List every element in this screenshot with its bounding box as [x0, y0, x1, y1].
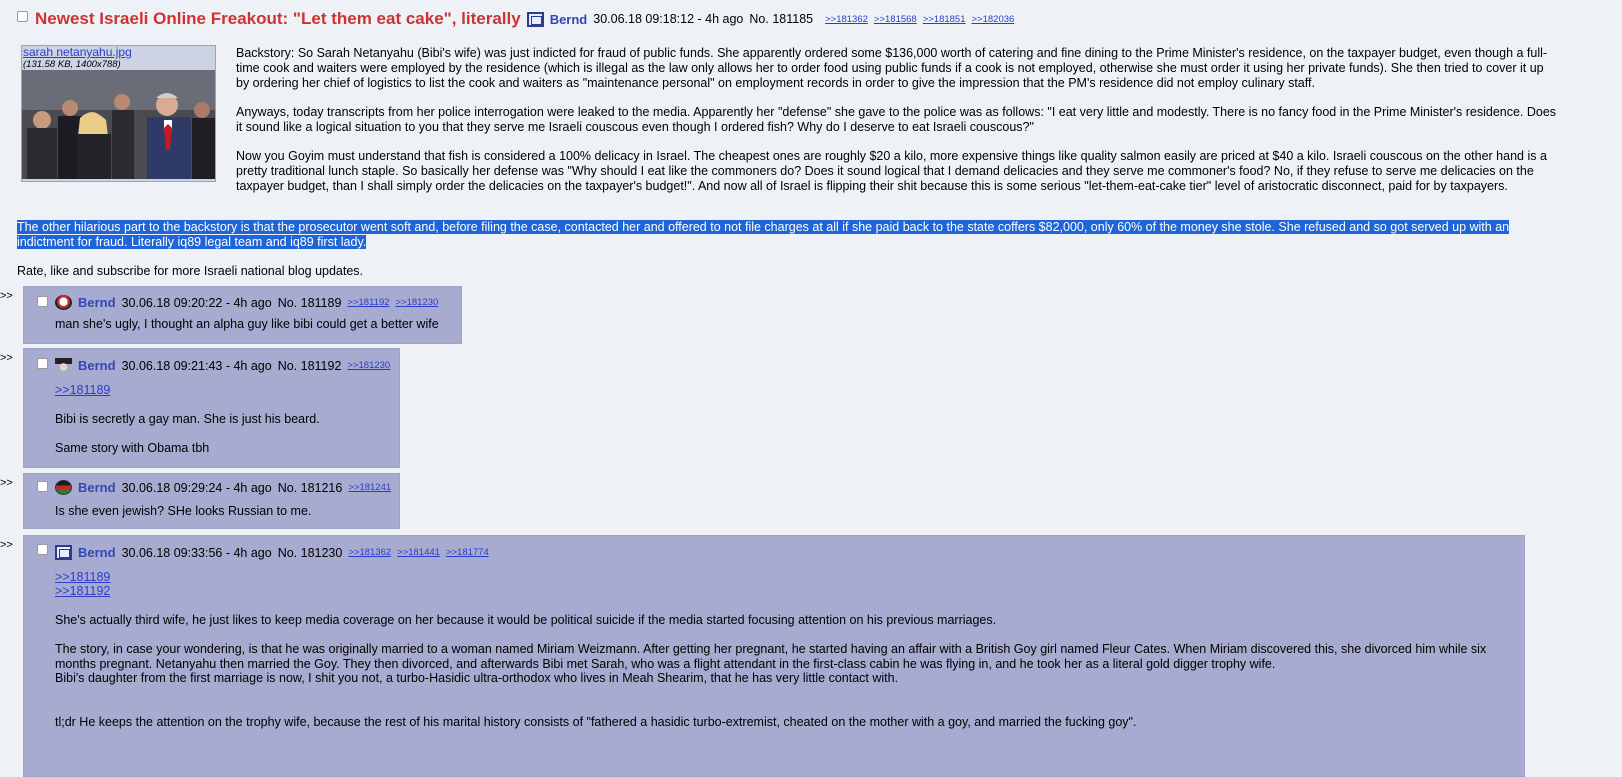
- post-datetime: 30.06.18 09:21:43 - 4h ago: [121, 358, 272, 373]
- post-text: Bibi's daughter from the first marriage …: [55, 671, 899, 685]
- op-highlighted-paragraph: The other hilarious part to the backstor…: [17, 220, 1562, 250]
- post-checkbox[interactable]: [37, 544, 48, 555]
- post-datetime: 30.06.18 09:20:22 - 4h ago: [121, 295, 272, 310]
- poster-name: Bernd: [78, 480, 116, 495]
- backlink[interactable]: >>181441: [397, 547, 440, 558]
- op-paragraph: Now you Goyim must understand that fish …: [236, 149, 1547, 193]
- thumbnail-image[interactable]: [22, 70, 215, 179]
- post-text: tl;dr He keeps the attention on the trop…: [55, 715, 1137, 729]
- backlink[interactable]: >>181568: [874, 14, 917, 25]
- post-header: Bernd 30.06.18 09:20:22 - 4h ago No. 181…: [55, 295, 438, 310]
- post-text: The story, in case your wondering, is th…: [55, 642, 1487, 671]
- backlink[interactable]: >>181774: [446, 547, 489, 558]
- reply-post: Bernd 30.06.18 09:20:22 - 4h ago No. 181…: [23, 286, 462, 344]
- country-flag-icon: [55, 295, 72, 310]
- post-datetime: 30.06.18 09:29:24 - 4h ago: [121, 480, 272, 495]
- reply-post: Bernd 30.06.18 09:33:56 - 4h ago No. 181…: [23, 535, 1525, 777]
- backlink[interactable]: >>181192: [347, 297, 389, 308]
- file-info: (131.58 KB, 1400x788): [23, 59, 121, 70]
- thread-subject: Newest Israeli Online Freakout: "Let the…: [35, 9, 521, 28]
- op-header: Newest Israeli Online Freakout: "Let the…: [35, 9, 1014, 29]
- quote-link[interactable]: >>181189: [55, 570, 110, 585]
- op-body: Backstory: So Sarah Netanyahu (Bibi's wi…: [236, 46, 1558, 194]
- reply-post: Bernd 30.06.18 09:29:24 - 4h ago No. 181…: [23, 473, 400, 529]
- reply-arrow: >>: [0, 477, 13, 489]
- backlink[interactable]: >>182036: [972, 14, 1015, 25]
- post-number[interactable]: No. 181192: [278, 359, 342, 373]
- post-number[interactable]: No. 181230: [278, 546, 343, 560]
- country-flag-icon: [55, 480, 72, 495]
- backlink[interactable]: >>181241: [348, 482, 391, 493]
- file-name-link[interactable]: sarah netanyahu.jpg: [22, 46, 215, 59]
- country-flag-icon: [55, 545, 72, 560]
- reply-arrow: >>: [0, 352, 13, 364]
- post-datetime: 30.06.18 09:33:56 - 4h ago: [121, 545, 272, 560]
- post-text: She's actually third wife, he just likes…: [55, 613, 997, 627]
- reply-arrow: >>: [0, 539, 13, 551]
- post-header: Bernd 30.06.18 09:29:24 - 4h ago No. 181…: [55, 480, 391, 495]
- backlink[interactable]: >>181851: [923, 14, 966, 25]
- post-header: Bernd 30.06.18 09:33:56 - 4h ago No. 181…: [55, 545, 489, 560]
- post-number[interactable]: No. 181185: [749, 12, 813, 26]
- post-checkbox[interactable]: [37, 481, 48, 492]
- poster-name: Bernd: [78, 295, 116, 310]
- post-checkbox[interactable]: [37, 296, 48, 307]
- poster-name: Bernd: [78, 545, 116, 560]
- backlink[interactable]: >>181230: [347, 360, 390, 371]
- quote-link[interactable]: >>181189: [55, 383, 110, 398]
- post-text: man she's ugly, I thought an alpha guy l…: [55, 317, 439, 331]
- backlink[interactable]: >>181362: [348, 547, 391, 558]
- selected-text[interactable]: The other hilarious part to the backstor…: [17, 220, 1510, 249]
- quote-link[interactable]: >>181192: [55, 584, 110, 599]
- poster-name: Bernd: [78, 358, 116, 373]
- file-thumbnail-box[interactable]: sarah netanyahu.jpg (131.58 KB, 1400x788…: [21, 45, 216, 182]
- op-closing: Rate, like and subscribe for more Israel…: [17, 264, 364, 278]
- post-header: Bernd 30.06.18 09:21:43 - 4h ago No. 181…: [55, 358, 390, 373]
- backlink[interactable]: >>181362: [825, 14, 868, 25]
- post-text: Is she even jewish? SHe looks Russian to…: [55, 504, 312, 518]
- country-flag-icon: [55, 358, 72, 373]
- poster-name: Bernd: [549, 11, 588, 27]
- backlink[interactable]: >>181230: [396, 297, 439, 308]
- country-flag-icon: [526, 11, 544, 27]
- op-checkbox[interactable]: [17, 11, 28, 22]
- post-number[interactable]: No. 181189: [278, 296, 342, 310]
- post-text: Same story with Obama tbh: [55, 441, 210, 455]
- post-number[interactable]: No. 181216: [278, 481, 343, 495]
- op-paragraph: Backstory: So Sarah Netanyahu (Bibi's wi…: [236, 46, 1548, 90]
- post-datetime: 30.06.18 09:18:12 - 4h ago: [593, 12, 744, 26]
- reply-arrow: >>: [0, 290, 13, 302]
- post-text: Bibi is secretly a gay man. She is just …: [55, 412, 320, 426]
- reply-post: Bernd 30.06.18 09:21:43 - 4h ago No. 181…: [23, 348, 400, 468]
- post-checkbox[interactable]: [37, 358, 48, 369]
- op-paragraph: Anyways, today transcripts from her poli…: [236, 105, 1557, 134]
